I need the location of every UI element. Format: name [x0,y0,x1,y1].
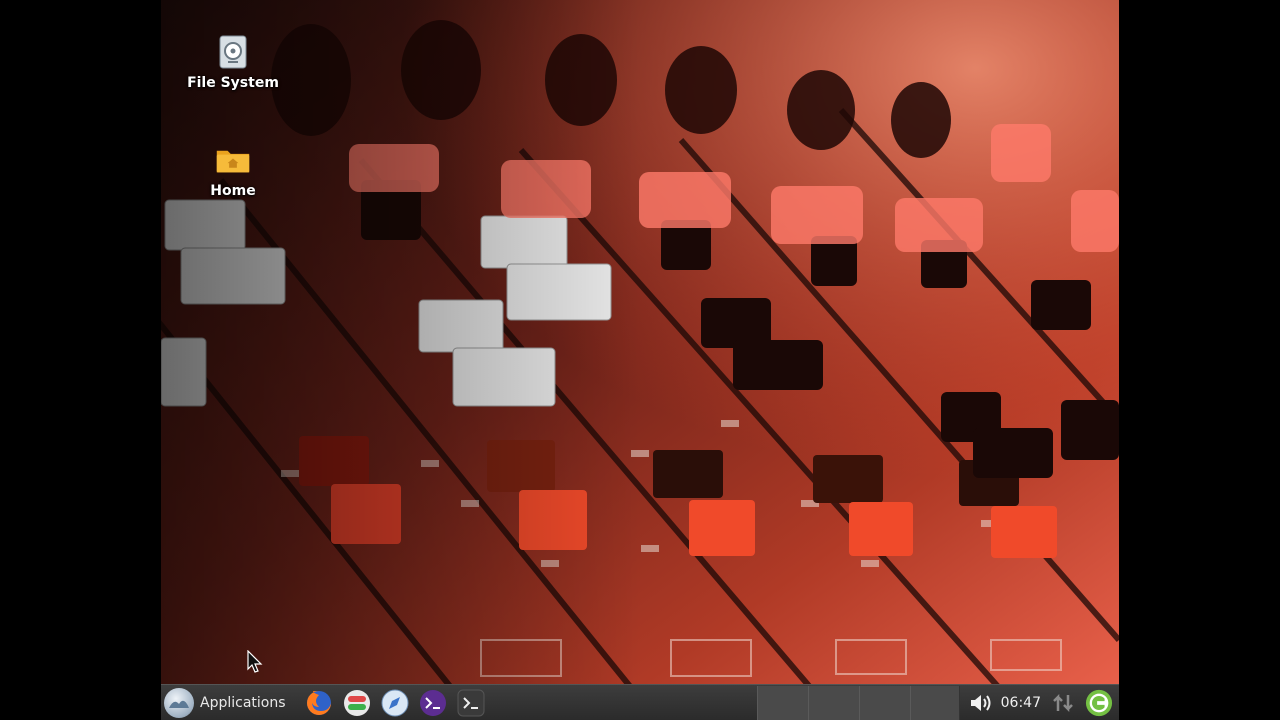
home-folder-icon [216,143,250,177]
taskbar-slot[interactable] [910,686,960,720]
toggle-app-icon[interactable] [342,688,372,718]
mouse-pointer-icon [247,650,263,673]
desktop-icon-home[interactable]: Home [178,143,288,199]
taskbar-slot[interactable] [859,686,911,720]
drive-icon [216,35,250,69]
distro-logo-icon [164,687,194,718]
taskbar-slot[interactable] [757,686,809,720]
network-transfer-icon[interactable] [1049,689,1077,717]
terminal-icon[interactable] [456,688,486,718]
terminal-purple-icon[interactable] [418,688,448,718]
firefox-icon[interactable] [304,688,334,718]
clock[interactable]: 06:47 [1001,695,1041,711]
compass-icon[interactable] [380,688,410,718]
system-tray: 06:47 [967,685,1119,720]
bottom-panel: Applications 06:47 [161,684,1119,720]
applications-menu-button[interactable]: Applications [161,686,292,720]
volume-icon[interactable] [967,689,995,717]
taskbar-slot[interactable] [808,686,860,720]
applications-menu-label: Applications [200,694,286,711]
desktop-icon-file-system[interactable]: File System [178,35,288,91]
desktop-icon-label: File System [187,75,279,91]
power-icon[interactable] [1085,689,1113,717]
desktop-screen: File System Home Applications 06:47 [161,0,1119,720]
desktop-icon-label: Home [210,183,256,199]
mixing-console-wallpaper [161,0,1119,684]
